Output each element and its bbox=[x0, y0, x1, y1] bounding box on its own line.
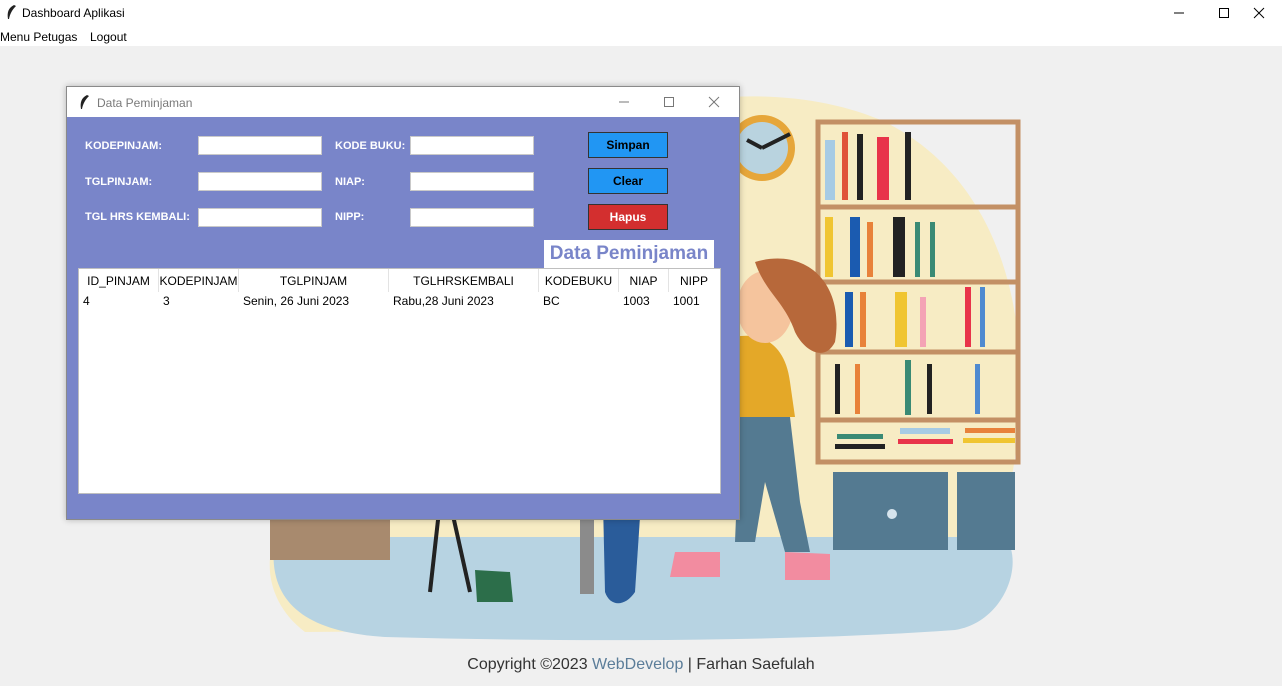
dialog-minimize-button[interactable] bbox=[601, 87, 647, 117]
data-peminjaman-dialog: Data Peminjaman KODEPINJAM: TGLPINJAM: T… bbox=[66, 86, 740, 520]
cell-tglhrskembali: Rabu,28 Juni 2023 bbox=[393, 294, 494, 308]
cell-tglpinjam: Senin, 26 Juni 2023 bbox=[243, 294, 350, 308]
column-header[interactable]: KODEPINJAM bbox=[159, 269, 239, 292]
menu-bar: Menu Petugas Logout bbox=[0, 26, 1282, 46]
cell-kodepinjam: 3 bbox=[163, 294, 170, 308]
cell-kodebuku: BC bbox=[543, 294, 560, 308]
kode-buku-input[interactable] bbox=[410, 136, 534, 155]
table-header: ID_PINJAM KODEPINJAM TGLPINJAM TGLHRSKEM… bbox=[79, 269, 720, 292]
minimize-button[interactable] bbox=[1156, 0, 1202, 26]
dialog-title: Data Peminjaman bbox=[97, 96, 193, 110]
window-title: Dashboard Aplikasi bbox=[22, 6, 125, 20]
close-button[interactable] bbox=[1236, 0, 1282, 26]
cell-niap: 1003 bbox=[623, 294, 650, 308]
author-text: | Farhan Saefulah bbox=[683, 656, 815, 673]
column-header[interactable]: ID_PINJAM bbox=[79, 269, 159, 292]
column-header[interactable]: KODEBUKU bbox=[539, 269, 619, 292]
copyright-text: Copyright ©2023 bbox=[467, 656, 593, 673]
maximize-icon bbox=[1219, 8, 1229, 18]
simpan-button[interactable]: Simpan bbox=[588, 132, 668, 158]
kodepinjam-label: KODEPINJAM: bbox=[85, 140, 163, 152]
close-icon bbox=[1253, 7, 1265, 19]
peminjaman-table[interactable]: ID_PINJAM KODEPINJAM TGLPINJAM TGLHRSKEM… bbox=[78, 268, 721, 494]
table-row[interactable]: 4 3 Senin, 26 Juni 2023 Rabu,28 Juni 202… bbox=[79, 294, 720, 312]
nipp-label: NIPP: bbox=[335, 211, 365, 223]
feather-icon bbox=[7, 5, 16, 19]
main-title-bar: Dashboard Aplikasi bbox=[0, 0, 1282, 26]
tgl-hrs-kembali-input[interactable] bbox=[198, 208, 322, 227]
footer: Copyright ©2023 WebDevelop | Farhan Saef… bbox=[0, 656, 1282, 674]
close-icon bbox=[708, 96, 720, 108]
dialog-close-button[interactable] bbox=[691, 87, 737, 117]
dialog-maximize-button[interactable] bbox=[646, 87, 692, 117]
tglpinjam-label: TGLPINJAM: bbox=[85, 176, 153, 188]
hapus-button[interactable]: Hapus bbox=[588, 204, 668, 230]
kode-buku-label: KODE BUKU: bbox=[335, 140, 406, 152]
webdevelop-link[interactable]: WebDevelop bbox=[592, 656, 683, 673]
column-header[interactable]: NIAP bbox=[619, 269, 669, 292]
menu-petugas[interactable]: Menu Petugas bbox=[0, 30, 77, 44]
niap-label: NIAP: bbox=[335, 176, 365, 188]
nipp-input[interactable] bbox=[410, 208, 534, 227]
column-header[interactable]: NIPP bbox=[669, 269, 719, 292]
table-heading: Data Peminjaman bbox=[544, 240, 714, 268]
clear-button[interactable]: Clear bbox=[588, 168, 668, 194]
niap-input[interactable] bbox=[410, 172, 534, 191]
tglpinjam-input[interactable] bbox=[198, 172, 322, 191]
maximize-icon bbox=[664, 97, 674, 107]
minimize-icon bbox=[1174, 12, 1184, 14]
column-header[interactable]: TGLPINJAM bbox=[239, 269, 389, 292]
cell-id-pinjam: 4 bbox=[83, 294, 90, 308]
tgl-hrs-kembali-label: TGL HRS KEMBALI: bbox=[85, 211, 190, 223]
kodepinjam-input[interactable] bbox=[198, 136, 322, 155]
cell-nipp: 1001 bbox=[673, 294, 700, 308]
menu-logout[interactable]: Logout bbox=[90, 30, 127, 44]
feather-icon bbox=[80, 95, 89, 109]
column-header[interactable]: TGLHRSKEMBALI bbox=[389, 269, 539, 292]
dialog-title-bar: Data Peminjaman bbox=[67, 87, 739, 117]
minimize-icon bbox=[619, 101, 629, 103]
